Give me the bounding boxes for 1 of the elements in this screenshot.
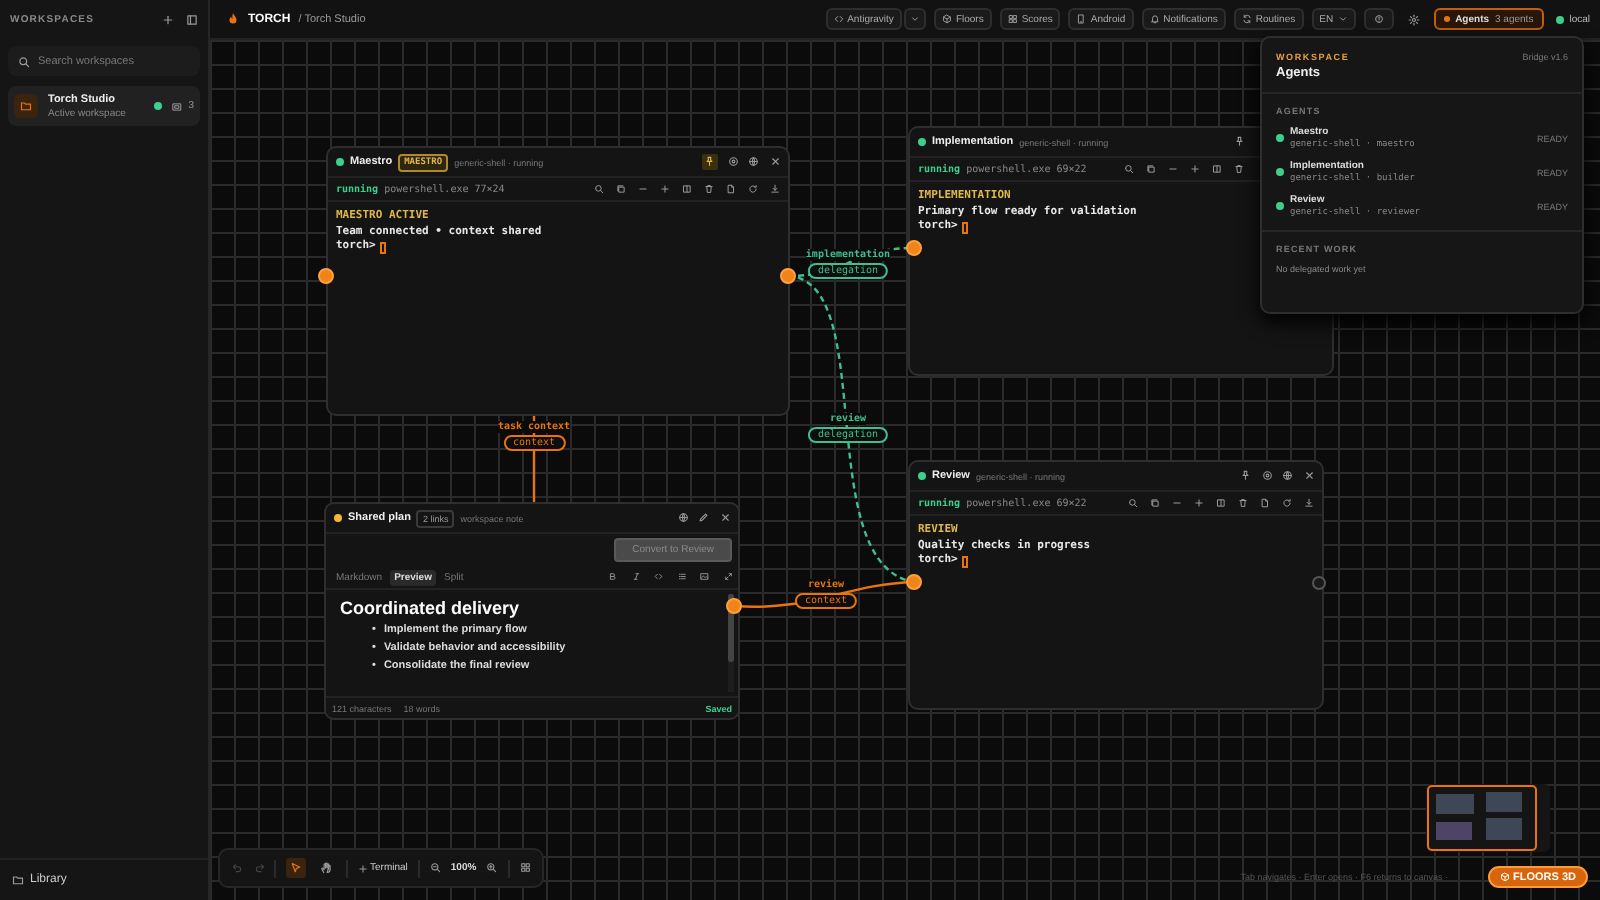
note-heading: Coordinated delivery xyxy=(340,598,522,618)
